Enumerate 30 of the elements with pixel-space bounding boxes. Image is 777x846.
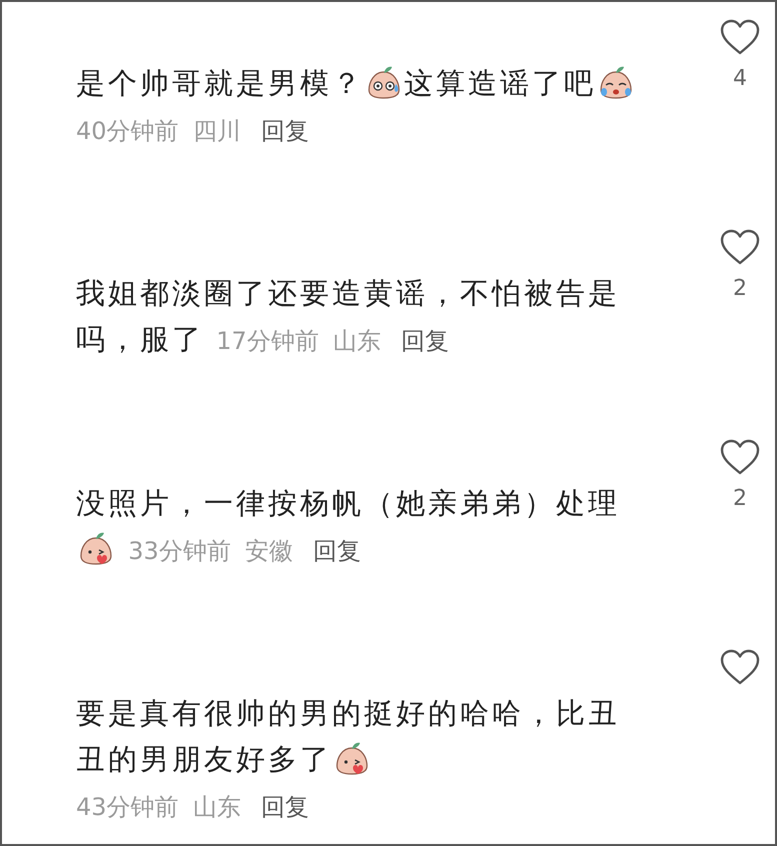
comment-text: 丑的男朋友好多了 — [76, 742, 332, 776]
like-icon[interactable] — [719, 648, 761, 686]
like-count: 4 — [733, 66, 747, 91]
sticker-icon — [598, 64, 634, 100]
comment-time: 17分钟前 — [216, 327, 319, 355]
comment-location: 山东 — [332, 327, 381, 355]
like-count: 2 — [733, 486, 747, 511]
comment-location: 安徽 — [244, 537, 293, 565]
comment-time: 40分钟前 — [76, 117, 179, 145]
comment-text: 这算造谣了吧 — [404, 66, 596, 100]
comment-text: 吗，服了 — [76, 322, 204, 356]
like-icon[interactable] — [719, 228, 761, 266]
reply-link[interactable]: 回复 — [401, 327, 450, 355]
sticker-icon — [366, 64, 402, 100]
comment-time: 33分钟前 — [128, 537, 231, 565]
like-count: 2 — [733, 276, 747, 301]
comment-time: 43分钟前 — [76, 793, 179, 821]
like-icon[interactable] — [719, 438, 761, 476]
sticker-icon — [334, 740, 370, 776]
comment-text: 是个帅哥就是男模？ — [76, 66, 364, 100]
reply-link[interactable]: 回复 — [260, 117, 309, 145]
like-icon[interactable] — [719, 18, 761, 56]
reply-link[interactable]: 回复 — [313, 537, 362, 565]
comment-text: 没照片，一律按杨帆（她亲弟弟）处理 — [76, 486, 620, 520]
comment-text: 我姐都淡圈了还要造黄谣，不怕被告是 — [76, 276, 620, 310]
reply-link[interactable]: 回复 — [260, 793, 309, 821]
comment-text: 要是真有很帅的男的挺好的哈哈，比丑 — [76, 696, 620, 730]
comment-location: 四川 — [192, 117, 241, 145]
sticker-icon — [78, 530, 114, 566]
comment-location: 山东 — [192, 793, 241, 821]
